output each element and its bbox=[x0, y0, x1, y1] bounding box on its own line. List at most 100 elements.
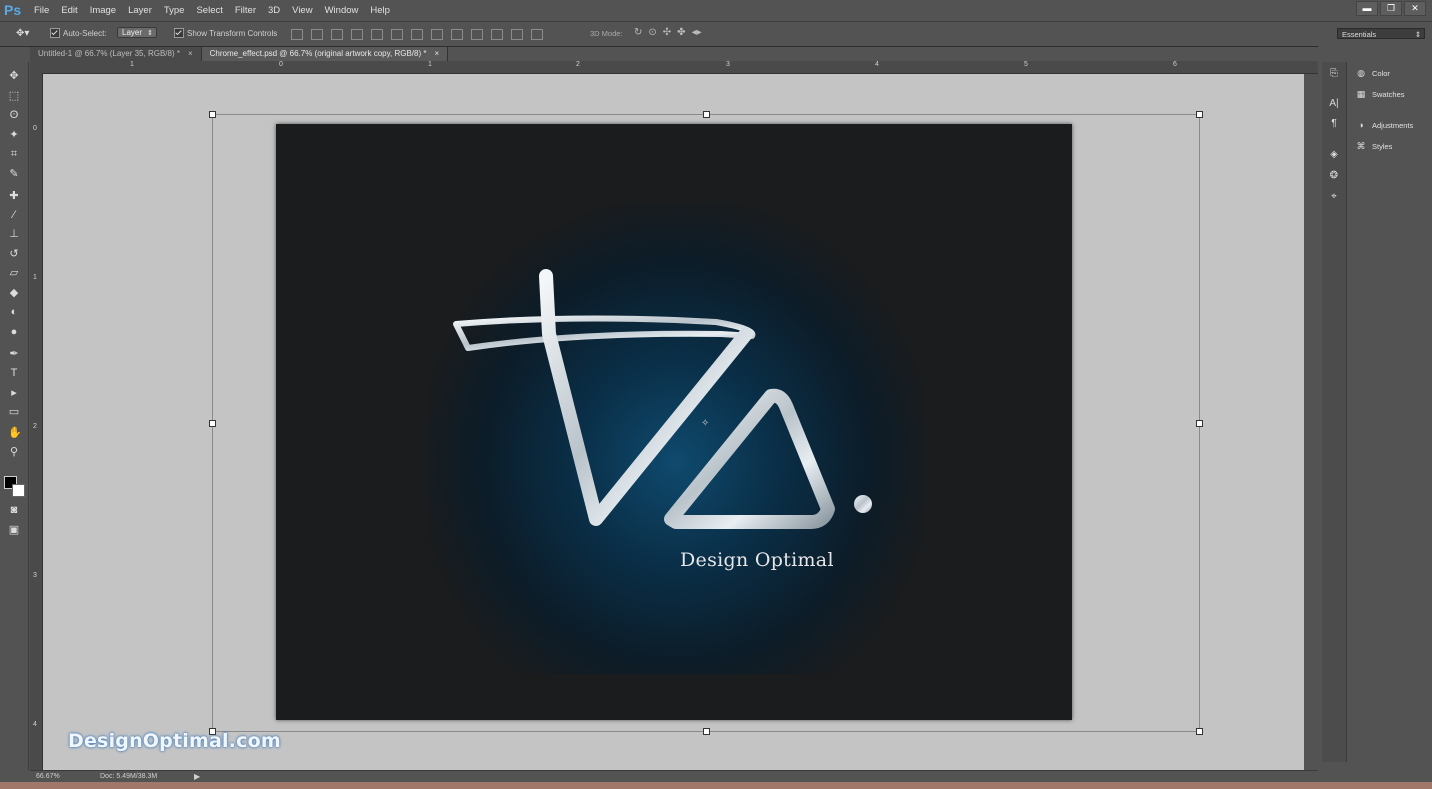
pen-tool-icon[interactable]: ✒ bbox=[8, 348, 20, 360]
checkbox-checked-icon bbox=[50, 28, 60, 38]
menu-window[interactable]: Window bbox=[319, 5, 365, 16]
palette-icon: ◍ bbox=[1357, 68, 1365, 78]
menu-filter[interactable]: Filter bbox=[229, 5, 262, 16]
tab-close-icon[interactable]: × bbox=[434, 49, 439, 58]
align-left-icon[interactable] bbox=[351, 29, 363, 40]
distribute-hcenter-icon[interactable] bbox=[491, 29, 503, 40]
fx-icon: ⌘ bbox=[1356, 141, 1366, 151]
minimize-button[interactable]: ▬ bbox=[1356, 1, 1378, 16]
transform-handle[interactable] bbox=[1196, 728, 1203, 735]
transform-center-icon[interactable]: ✧ bbox=[701, 418, 709, 429]
transform-bounding-box[interactable]: ✧ bbox=[209, 111, 1203, 735]
menu-3d[interactable]: 3D bbox=[262, 5, 286, 16]
quick-select-tool-icon[interactable]: ✦ bbox=[8, 129, 20, 141]
channels-panel-icon[interactable]: ❂ bbox=[1328, 170, 1340, 182]
character-panel-icon[interactable]: A| bbox=[1328, 98, 1340, 110]
collapsed-panel-icons: ⎘ A| ¶ ◈ ❂ ⌖ bbox=[1322, 62, 1347, 762]
zoom-level[interactable]: 66.67% bbox=[36, 773, 60, 780]
3d-drag-icon[interactable]: ✣ bbox=[663, 27, 671, 38]
3d-slide-icon[interactable]: ✤ bbox=[677, 27, 685, 38]
menu-layer[interactable]: Layer bbox=[122, 5, 158, 16]
screen-mode-icon[interactable]: ▣ bbox=[8, 524, 20, 536]
document-size: Doc: 5.49M/38.3M bbox=[100, 773, 158, 780]
ruler-label: 4 bbox=[875, 61, 879, 68]
workspace-switcher[interactable]: Essentials ⇕ bbox=[1337, 28, 1425, 39]
dodge-tool-icon[interactable]: ● bbox=[8, 326, 20, 338]
checkbox-checked-icon bbox=[174, 28, 184, 38]
ruler-label: 1 bbox=[428, 61, 432, 68]
path-select-tool-icon[interactable]: ▸ bbox=[8, 387, 20, 399]
transform-handle[interactable] bbox=[209, 420, 216, 427]
history-panel-icon[interactable]: ⎘ bbox=[1328, 68, 1340, 80]
tab-chrome-effect[interactable]: Chrome_effect.psd @ 66.7% (original artw… bbox=[201, 47, 449, 61]
vertical-ruler: 0 1 2 3 4 bbox=[30, 73, 43, 771]
panel-styles[interactable]: ⌘ Styles bbox=[1356, 141, 1393, 151]
background-color-swatch[interactable] bbox=[12, 484, 25, 497]
restore-button[interactable]: ❐ bbox=[1380, 1, 1402, 16]
panel-swatches[interactable]: ▦ Swatches bbox=[1356, 89, 1405, 99]
distribute-top-icon[interactable] bbox=[411, 29, 423, 40]
eyedropper-tool-icon[interactable]: ✎ bbox=[8, 168, 20, 180]
tab-close-icon[interactable]: × bbox=[188, 49, 193, 58]
menu-type[interactable]: Type bbox=[158, 5, 191, 16]
transform-handle[interactable] bbox=[1196, 420, 1203, 427]
status-menu-arrow-icon[interactable]: ▶ bbox=[194, 772, 200, 781]
paint-bucket-tool-icon[interactable]: ◆ bbox=[8, 287, 20, 299]
healing-brush-tool-icon[interactable]: ✚ bbox=[8, 190, 20, 202]
menu-view[interactable]: View bbox=[286, 5, 318, 16]
lasso-tool-icon[interactable]: ʘ bbox=[8, 109, 20, 121]
auto-select-checkbox[interactable]: Auto-Select: bbox=[50, 28, 107, 38]
3d-mode-label: 3D Mode: bbox=[590, 29, 623, 38]
move-tool-preset-icon[interactable]: ✥▾ bbox=[16, 28, 29, 39]
transform-handle[interactable] bbox=[1196, 111, 1203, 118]
document-tabs: Untitled-1 @ 66.7% (Layer 35, RGB/8) * × … bbox=[30, 47, 449, 61]
dropdown-arrow-icon: ⇕ bbox=[1414, 30, 1421, 39]
crop-tool-icon[interactable]: ⌗ bbox=[8, 148, 20, 160]
transform-handle[interactable] bbox=[703, 111, 710, 118]
shape-tool-icon[interactable]: ▭ bbox=[8, 406, 20, 418]
ruler-label: 4 bbox=[33, 721, 37, 728]
align-vcenter-icon[interactable] bbox=[311, 29, 323, 40]
menu-image[interactable]: Image bbox=[84, 5, 122, 16]
eraser-tool-icon[interactable]: ▱ bbox=[8, 267, 20, 279]
distribute-right-icon[interactable] bbox=[511, 29, 523, 40]
3d-scale-icon[interactable]: ◂▸ bbox=[692, 27, 702, 38]
3d-roll-icon[interactable]: ⊙ bbox=[648, 27, 656, 38]
hand-tool-icon[interactable]: ✋ bbox=[8, 427, 22, 439]
auto-select-dropdown[interactable]: Layer bbox=[117, 27, 158, 38]
layers-panel-icon[interactable]: ◈ bbox=[1328, 149, 1340, 161]
paragraph-panel-icon[interactable]: ¶ bbox=[1328, 118, 1340, 130]
clone-stamp-tool-icon[interactable]: ⊥ bbox=[8, 228, 20, 240]
zoom-tool-icon[interactable]: ⚲ bbox=[8, 446, 20, 458]
panel-adjustments[interactable]: ◑ Adjustments bbox=[1356, 120, 1413, 130]
menu-help[interactable]: Help bbox=[364, 5, 396, 16]
paths-panel-icon[interactable]: ⌖ bbox=[1328, 191, 1340, 203]
align-top-icon[interactable] bbox=[291, 29, 303, 40]
photoshop-logo: Ps bbox=[4, 2, 22, 18]
transform-handle[interactable] bbox=[209, 111, 216, 118]
grid-icon: ▦ bbox=[1356, 89, 1366, 99]
type-tool-icon[interactable]: T bbox=[8, 367, 20, 379]
marquee-tool-icon[interactable]: ⬚ bbox=[8, 90, 20, 102]
distribute-bottom-icon[interactable] bbox=[451, 29, 463, 40]
align-hcenter-icon[interactable] bbox=[371, 29, 383, 40]
3d-rotate-icon[interactable]: ↻ bbox=[634, 27, 642, 38]
tab-untitled-1[interactable]: Untitled-1 @ 66.7% (Layer 35, RGB/8) * × bbox=[30, 47, 202, 61]
quick-mask-icon[interactable]: ◙ bbox=[8, 504, 20, 516]
show-transform-checkbox[interactable]: Show Transform Controls bbox=[174, 28, 277, 38]
menu-edit[interactable]: Edit bbox=[55, 5, 83, 16]
align-bottom-icon[interactable] bbox=[331, 29, 343, 40]
move-tool-icon[interactable]: ✥ bbox=[8, 70, 20, 82]
blur-tool-icon[interactable]: ◐ bbox=[8, 306, 20, 318]
distribute-vcenter-icon[interactable] bbox=[431, 29, 443, 40]
menu-select[interactable]: Select bbox=[190, 5, 228, 16]
panel-color[interactable]: ◍ Color bbox=[1356, 68, 1390, 78]
align-right-icon[interactable] bbox=[391, 29, 403, 40]
close-button[interactable]: ✕ bbox=[1404, 1, 1426, 16]
distribute-left-icon[interactable] bbox=[471, 29, 483, 40]
menu-file[interactable]: File bbox=[28, 5, 55, 16]
auto-align-icon[interactable] bbox=[531, 29, 543, 40]
transform-handle[interactable] bbox=[703, 728, 710, 735]
brush-tool-icon[interactable]: ∕ bbox=[8, 209, 20, 221]
history-brush-tool-icon[interactable]: ↺ bbox=[8, 248, 20, 260]
